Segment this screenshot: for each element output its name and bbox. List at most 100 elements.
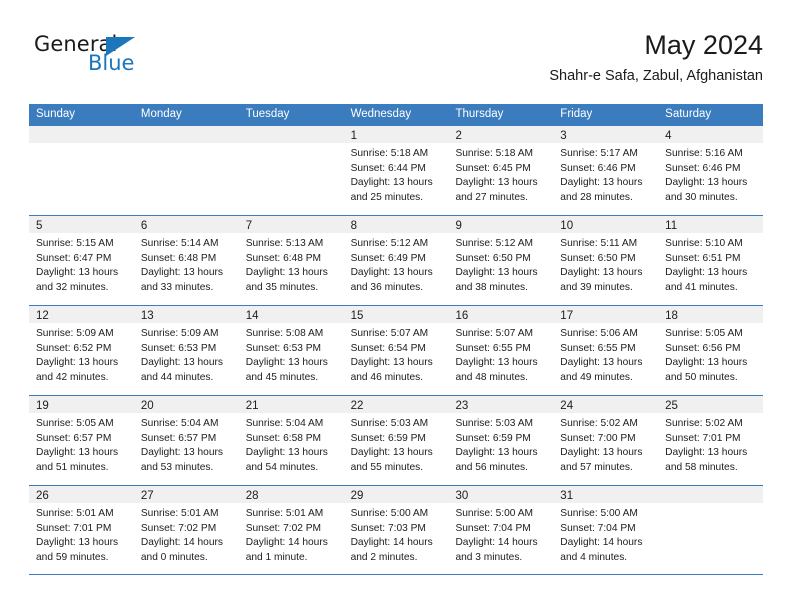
daylight-text-line2: and 45 minutes. [245, 371, 319, 383]
day-details: Sunrise: 5:18 AM Sunset: 6:45 PM Daylight:… [448, 143, 553, 205]
sunset-text: Sunset: 6:55 PM [560, 342, 636, 354]
sunset-text: Sunset: 7:04 PM [560, 522, 636, 534]
day-number: 14 [245, 310, 259, 322]
day-number-band: 15 [343, 306, 449, 323]
day-number: 23 [455, 400, 469, 412]
daylight-text-line1: Daylight: 13 hours [560, 447, 643, 459]
daylight-text-line2: and 42 minutes. [36, 371, 109, 383]
day-number-band: 28 [238, 486, 344, 503]
calendar-day-cell[interactable]: 12 Sunrise: 5:09 AM Sunset: 6:52 PM Dayligh… [29, 306, 134, 395]
calendar-day-cell[interactable]: 30 Sunrise: 5:00 AM Sunset: 7:04 PM Dayligh… [448, 486, 554, 574]
calendar-day-cell[interactable]: 17 Sunrise: 5:06 AM Sunset: 6:55 PM Dayligh… [553, 306, 659, 395]
daylight-text-line2: and 55 minutes. [350, 461, 424, 473]
day-details: Sunrise: 5:13 AM Sunset: 6:48 PM Daylight:… [239, 233, 344, 295]
calendar-day-cell[interactable]: 4 Sunrise: 5:16 AM Sunset: 6:46 PM Daylight… [658, 126, 764, 215]
day-number: 11 [665, 220, 678, 232]
sunrise-text: Sunrise: 5:14 AM [140, 238, 219, 249]
weekday-header-friday: Friday [560, 108, 593, 120]
day-number-band: 18 [658, 306, 764, 323]
sunset-text: Sunset: 6:57 PM [36, 432, 112, 444]
day-number-band: 6 [133, 216, 239, 233]
sunrise-text: Sunrise: 5:00 AM [560, 508, 638, 519]
calendar-day-cell[interactable]: 15 Sunrise: 5:07 AM Sunset: 6:54 PM Dayligh… [343, 306, 449, 395]
sunrise-text: Sunrise: 5:09 AM [140, 328, 219, 339]
calendar-day-cell[interactable]: 24 Sunrise: 5:02 AM Sunset: 7:00 PM Dayligh… [553, 396, 659, 485]
daylight-text-line1: Daylight: 13 hours [350, 177, 433, 189]
day-details: Sunrise: 5:01 AM Sunset: 7:01 PM Daylight:… [29, 503, 134, 565]
sunset-text: Sunset: 6:45 PM [455, 162, 531, 174]
calendar-day-cell[interactable]: 23 Sunrise: 5:03 AM Sunset: 6:59 PM Dayligh… [448, 396, 554, 485]
day-number: 9 [455, 220, 462, 232]
calendar-day-cell[interactable]: 3 Sunrise: 5:17 AM Sunset: 6:46 PM Daylight… [553, 126, 659, 215]
day-number: 15 [350, 310, 364, 322]
calendar-day-cell[interactable]: 21 Sunrise: 5:04 AM Sunset: 6:58 PM Dayligh… [238, 396, 344, 485]
calendar-day-cell[interactable]: 16 Sunrise: 5:07 AM Sunset: 6:55 PM Dayligh… [448, 306, 554, 395]
day-number: 10 [560, 220, 574, 232]
day-details: Sunrise: 5:07 AM Sunset: 6:54 PM Daylight:… [344, 323, 449, 385]
day-number: 19 [36, 400, 49, 412]
calendar-day-cell[interactable]: 14 Sunrise: 5:08 AM Sunset: 6:53 PM Dayligh… [238, 306, 344, 395]
calendar-day-cell[interactable]: 29 Sunrise: 5:00 AM Sunset: 7:03 PM Dayligh… [343, 486, 449, 574]
day-number-band [29, 126, 134, 143]
calendar-grid: Sunday Monday Tuesday Wednesday Thursday… [29, 104, 764, 575]
day-number-band: 20 [133, 396, 239, 413]
daylight-text-line1: Daylight: 13 hours [245, 357, 328, 369]
sunrise-text: Sunrise: 5:07 AM [350, 328, 429, 339]
daylight-text-line1: Daylight: 13 hours [350, 357, 433, 369]
brand-name-blue: Blue [88, 51, 135, 75]
sunrise-text: Sunrise: 5:03 AM [455, 418, 534, 429]
brand-logo[interactable]: General Blue [29, 32, 259, 88]
calendar-day-cell[interactable]: 8 Sunrise: 5:12 AM Sunset: 6:49 PM Daylight… [343, 216, 449, 305]
day-number: 6 [140, 220, 148, 232]
daylight-text-line2: and 3 minutes. [455, 551, 523, 563]
calendar-day-cell-empty [658, 486, 764, 574]
daylight-text-line2: and 35 minutes. [245, 281, 319, 293]
sunrise-text: Sunrise: 5:13 AM [245, 238, 324, 249]
daylight-text-line2: and 32 minutes. [36, 281, 109, 293]
calendar-day-cell[interactable]: 19 Sunrise: 5:05 AM Sunset: 6:57 PM Dayligh… [29, 396, 134, 485]
calendar-day-cell[interactable]: 1 Sunrise: 5:18 AM Sunset: 6:44 PM Daylight… [343, 126, 449, 215]
calendar-week-row: 5 Sunrise: 5:15 AM Sunset: 6:47 PM Daylight… [29, 215, 764, 305]
calendar-day-cell[interactable]: 31 Sunrise: 5:00 AM Sunset: 7:04 PM Dayligh… [553, 486, 659, 574]
daylight-text-line2: and 30 minutes. [665, 191, 738, 203]
sunset-text: Sunset: 6:48 PM [245, 252, 322, 264]
calendar-day-cell[interactable]: 7 Sunrise: 5:13 AM Sunset: 6:48 PM Daylight… [238, 216, 344, 305]
day-details: Sunrise: 5:10 AM Sunset: 6:51 PM Daylight:… [658, 233, 763, 295]
calendar-day-cell-empty [238, 126, 344, 215]
calendar-day-cell[interactable]: 28 Sunrise: 5:01 AM Sunset: 7:02 PM Dayligh… [238, 486, 344, 574]
day-number: 2 [455, 130, 462, 142]
daylight-text-line2: and 57 minutes. [560, 461, 633, 473]
day-number-band: 7 [238, 216, 344, 233]
calendar-day-cell[interactable]: 10 Sunrise: 5:11 AM Sunset: 6:50 PM Dayligh… [553, 216, 659, 305]
calendar-day-cell[interactable]: 22 Sunrise: 5:03 AM Sunset: 6:59 PM Dayligh… [343, 396, 449, 485]
daylight-text-line2: and 39 minutes. [560, 281, 633, 293]
daylight-text-line1: Daylight: 13 hours [140, 357, 223, 369]
weekday-header-sunday: Sunday [36, 108, 76, 120]
calendar-day-cell[interactable]: 25 Sunrise: 5:02 AM Sunset: 7:01 PM Dayligh… [658, 396, 764, 485]
calendar-day-cell[interactable]: 18 Sunrise: 5:05 AM Sunset: 6:56 PM Dayligh… [658, 306, 764, 395]
daylight-text-line1: Daylight: 13 hours [36, 537, 119, 549]
daylight-text-line2: and 28 minutes. [560, 191, 633, 203]
day-details: Sunrise: 5:08 AM Sunset: 6:53 PM Daylight:… [239, 323, 344, 385]
calendar-day-cell[interactable]: 27 Sunrise: 5:01 AM Sunset: 7:02 PM Dayligh… [133, 486, 239, 574]
weekday-header-row: Sunday Monday Tuesday Wednesday Thursday… [29, 104, 763, 125]
day-details: Sunrise: 5:03 AM Sunset: 6:59 PM Daylight:… [448, 413, 553, 475]
daylight-text-line2: and 54 minutes. [245, 461, 319, 473]
day-details: Sunrise: 5:02 AM Sunset: 7:01 PM Daylight:… [658, 413, 763, 475]
sunset-text: Sunset: 6:57 PM [140, 432, 217, 444]
calendar-day-cell[interactable]: 20 Sunrise: 5:04 AM Sunset: 6:57 PM Dayligh… [133, 396, 239, 485]
calendar-day-cell[interactable]: 11 Sunrise: 5:10 AM Sunset: 6:51 PM Dayligh… [658, 216, 764, 305]
calendar-day-cell[interactable]: 9 Sunrise: 5:12 AM Sunset: 6:50 PM Daylight… [448, 216, 554, 305]
calendar-day-cell[interactable]: 13 Sunrise: 5:09 AM Sunset: 6:53 PM Dayligh… [133, 306, 239, 395]
calendar-day-cell[interactable]: 5 Sunrise: 5:15 AM Sunset: 6:47 PM Daylight… [29, 216, 134, 305]
calendar-page: General Blue May 2024 Shahr-e Safa, Zabu… [0, 0, 792, 612]
calendar-day-cell[interactable]: 6 Sunrise: 5:14 AM Sunset: 6:48 PM Daylight… [133, 216, 239, 305]
calendar-day-cell[interactable]: 2 Sunrise: 5:18 AM Sunset: 6:45 PM Daylight… [448, 126, 554, 215]
day-number: 7 [245, 220, 253, 232]
daylight-text-line1: Daylight: 14 hours [350, 537, 433, 549]
day-number-band: 8 [343, 216, 449, 233]
daylight-text-line1: Daylight: 13 hours [560, 357, 643, 369]
calendar-day-cell[interactable]: 26 Sunrise: 5:01 AM Sunset: 7:01 PM Dayligh… [29, 486, 134, 574]
sunrise-text: Sunrise: 5:02 AM [665, 418, 743, 429]
day-number: 31 [560, 490, 574, 502]
